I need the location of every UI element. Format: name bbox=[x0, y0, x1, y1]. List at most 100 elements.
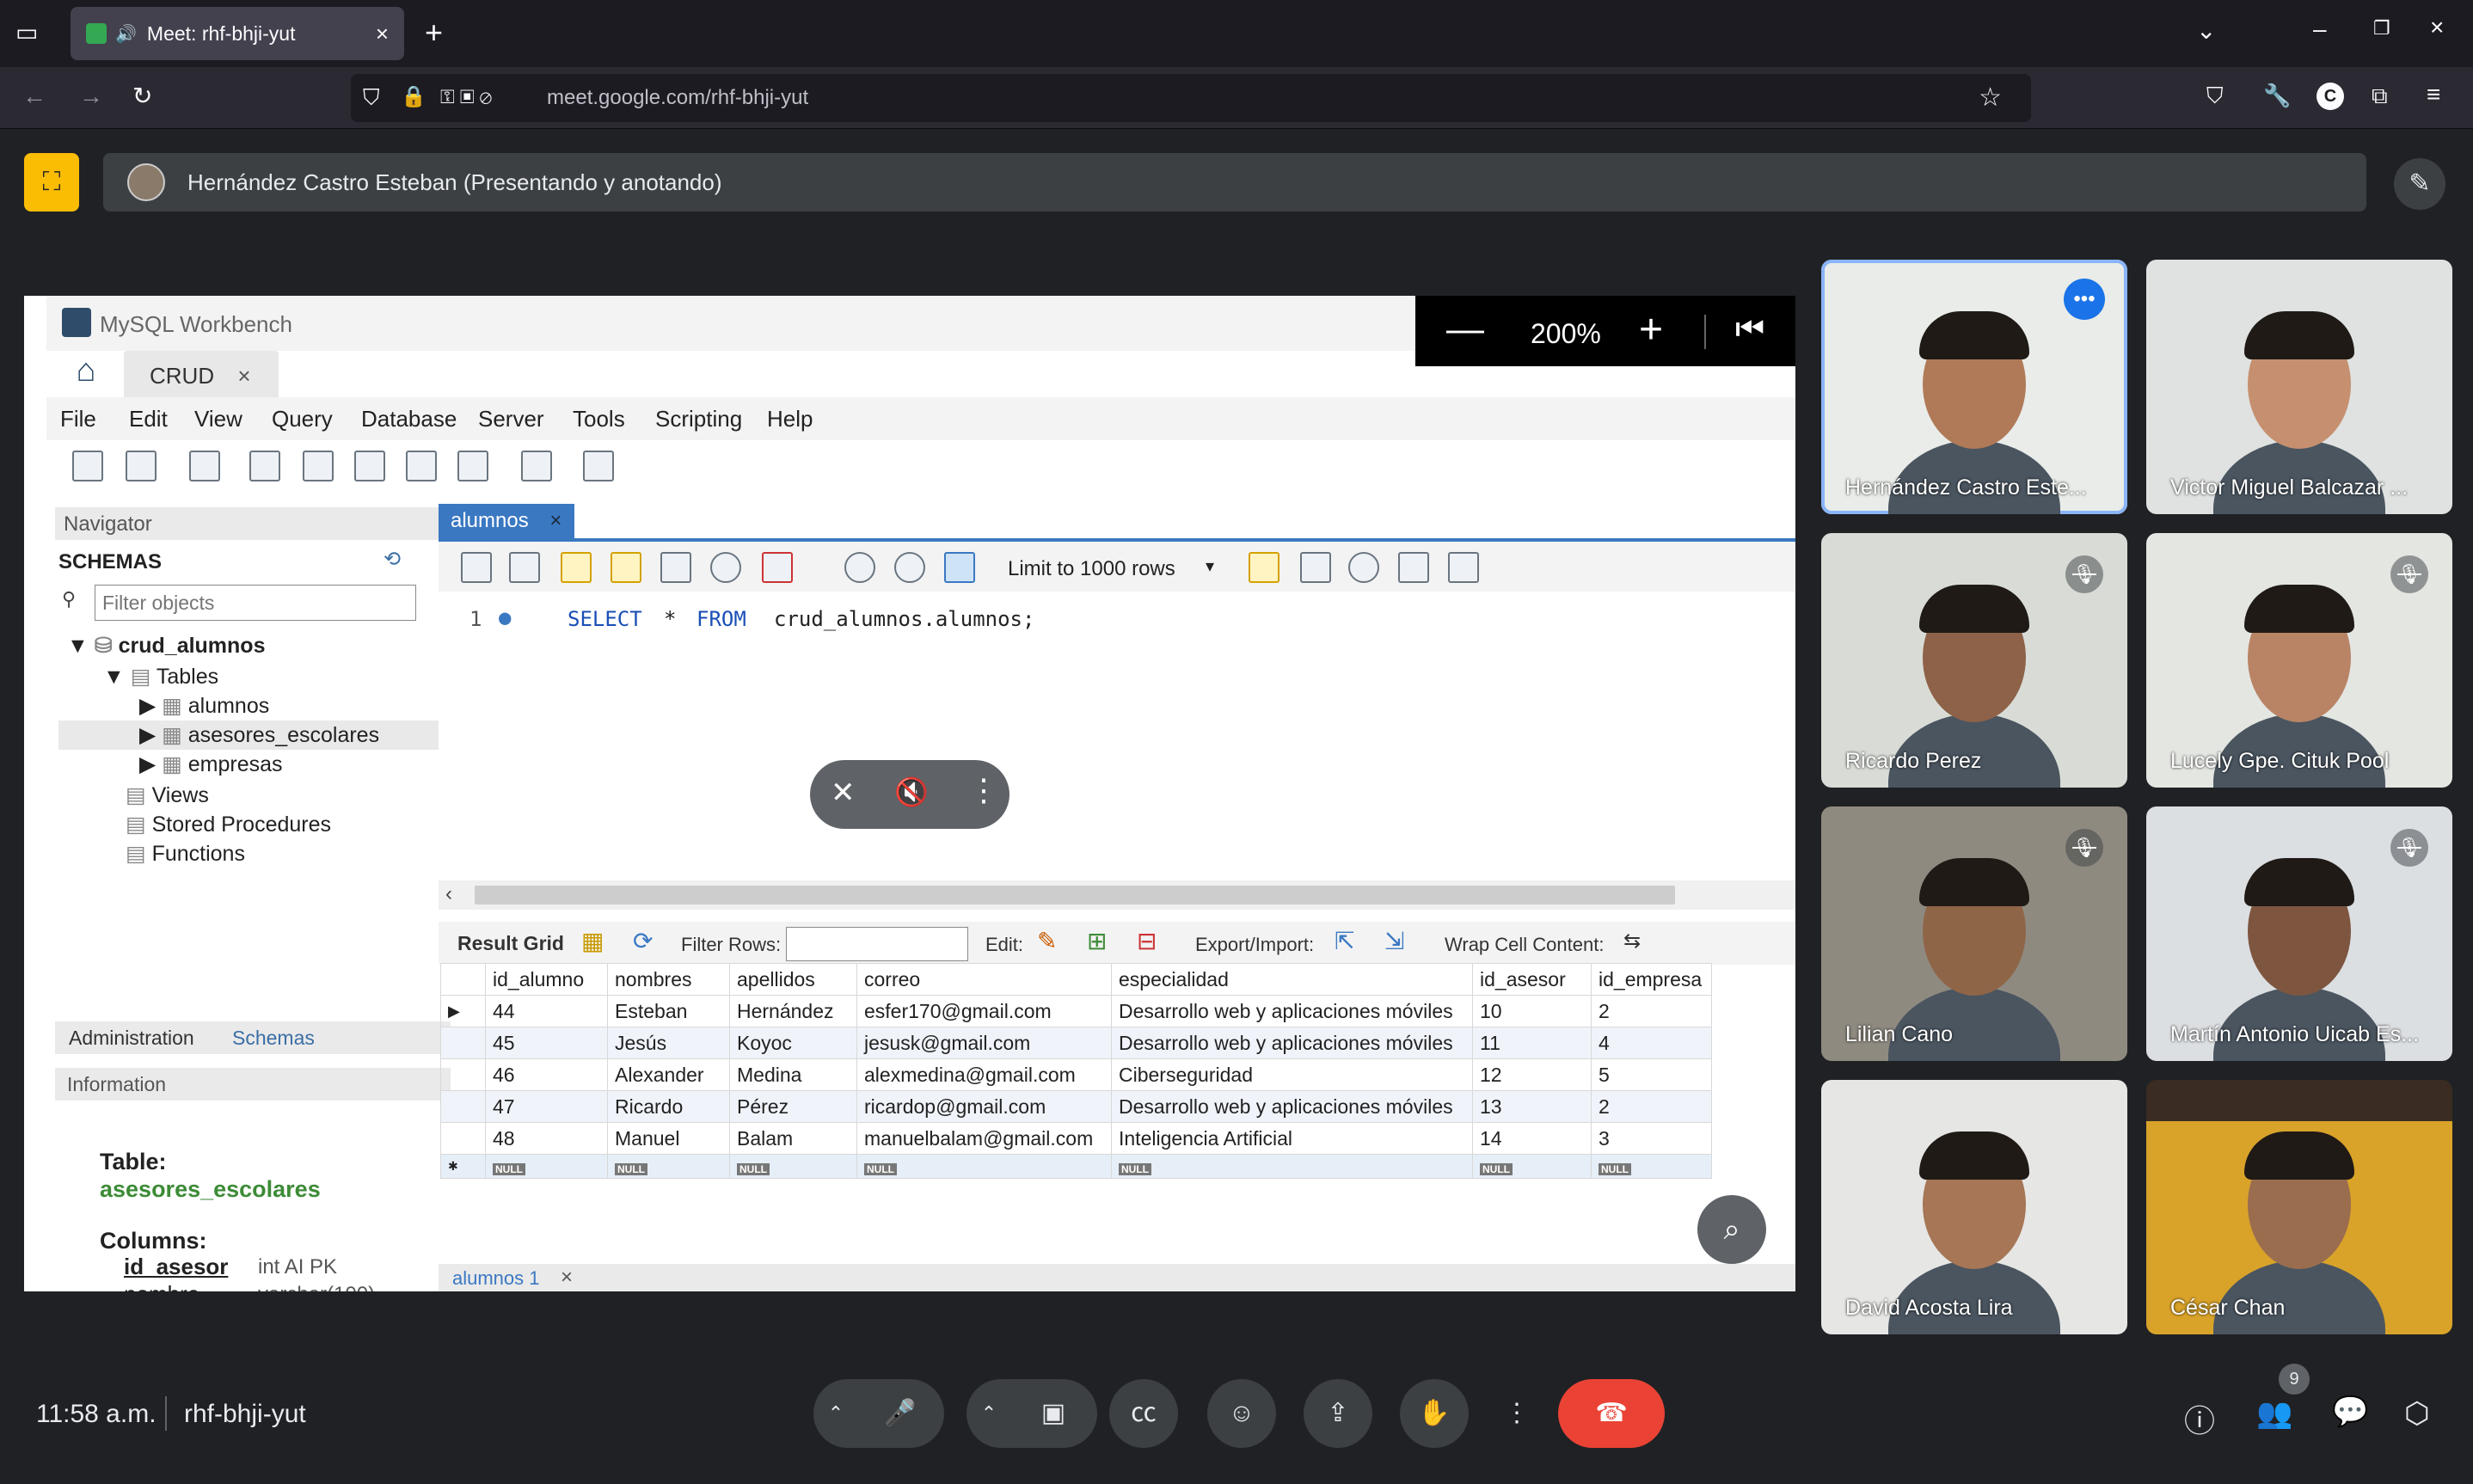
video-settings-chevron-icon[interactable]: ⌃ bbox=[966, 1379, 1011, 1448]
autocommit-icon[interactable] bbox=[944, 552, 975, 583]
app-menu-icon[interactable]: ≡ bbox=[2427, 83, 2440, 107]
delete-row-icon[interactable]: ⊟ bbox=[1137, 927, 1157, 955]
cell-correo[interactable]: esfer170@gmail.com bbox=[856, 995, 1112, 1027]
menu-query[interactable]: Query bbox=[272, 406, 333, 432]
tree-functions-folder[interactable]: ▤ Functions bbox=[126, 841, 245, 867]
reload-icon[interactable]: ↻ bbox=[132, 84, 152, 108]
col-header-apellidos[interactable]: apellidos bbox=[729, 963, 857, 996]
pin-off-icon[interactable]: ✕ bbox=[831, 776, 856, 810]
open-sql-script-icon[interactable] bbox=[126, 451, 156, 481]
participant-tile[interactable]: César Chan bbox=[2146, 1080, 2452, 1334]
filter-rows-input[interactable] bbox=[786, 927, 968, 961]
menu-help[interactable]: Help bbox=[767, 406, 813, 432]
menu-tools[interactable]: Tools bbox=[573, 406, 625, 432]
row-marker[interactable] bbox=[440, 1090, 486, 1123]
row-marker[interactable] bbox=[440, 1058, 486, 1091]
cell-nombres[interactable]: Esteban bbox=[607, 995, 730, 1027]
tree-tables-folder[interactable]: ▼ ▤ Tables bbox=[103, 664, 218, 690]
more-options-button[interactable]: ⋮ bbox=[1484, 1379, 1549, 1448]
col-header-nombres[interactable]: nombres bbox=[607, 963, 730, 996]
inspector-icon[interactable] bbox=[189, 451, 220, 481]
create-schema-icon[interactable] bbox=[249, 451, 280, 481]
participant-tile[interactable]: 🎙 Ricardo Perez bbox=[1821, 533, 2127, 788]
close-result-tab-icon[interactable]: × bbox=[561, 1266, 573, 1290]
menu-edit[interactable]: Edit bbox=[129, 406, 168, 432]
tree-schema-crud-alumnos[interactable]: ▼ ⛁ crud_alumnos bbox=[67, 633, 265, 659]
find-icon[interactable] bbox=[1348, 552, 1379, 583]
create-procedure-icon[interactable] bbox=[406, 451, 437, 481]
minimize-icon[interactable]: – bbox=[2313, 17, 2327, 41]
new-sql-tab-icon[interactable] bbox=[72, 451, 103, 481]
raise-hand-button[interactable]: ✋ bbox=[1400, 1379, 1469, 1448]
null-cell[interactable]: NULL bbox=[485, 1154, 608, 1179]
result-grid-label[interactable]: Result Grid bbox=[457, 932, 564, 955]
execute-current-icon[interactable] bbox=[611, 552, 641, 583]
create-table-icon[interactable] bbox=[303, 451, 334, 481]
emoji-button[interactable]: ☺ bbox=[1207, 1379, 1276, 1448]
extensions-icon[interactable]: ⧉ bbox=[2372, 84, 2388, 107]
zoom-in-icon[interactable]: + bbox=[1639, 306, 1663, 353]
add-row-icon[interactable]: ⊞ bbox=[1087, 927, 1107, 955]
cell-apellidos[interactable]: Balam bbox=[729, 1122, 857, 1155]
participant-tile[interactable]: Victor Miguel Balcazar ... bbox=[2146, 260, 2452, 514]
cell-id-empresa[interactable]: 2 bbox=[1591, 1090, 1712, 1123]
menu-view[interactable]: View bbox=[194, 406, 242, 432]
tab-schemas[interactable]: Schemas bbox=[232, 1027, 315, 1050]
create-view-icon[interactable] bbox=[354, 451, 385, 481]
audio-settings-chevron-icon[interactable]: ⌃ bbox=[813, 1379, 858, 1448]
table-row[interactable]: 46 Alexander Medina alexmedina@gmail.com Cib… bbox=[440, 1058, 1712, 1091]
people-icon[interactable]: 👥 bbox=[2256, 1396, 2292, 1431]
filter-objects-input[interactable] bbox=[95, 585, 416, 621]
cell-id-empresa[interactable]: 5 bbox=[1591, 1058, 1712, 1091]
null-cell[interactable]: NULL bbox=[729, 1154, 857, 1179]
limit-rows-select[interactable]: Limit to 1000 rows bbox=[1008, 557, 1175, 581]
import-icon[interactable]: ⇲ bbox=[1384, 927, 1404, 955]
table-row[interactable]: 47 Ricardo Pérez ricardop@gmail.com Desarrol… bbox=[440, 1090, 1712, 1123]
close-connection-icon[interactable]: × bbox=[237, 363, 250, 389]
permissions-icon[interactable]: ⚿ ▣ ⊘ bbox=[440, 86, 492, 108]
tab-overflow-icon[interactable]: ⌄ bbox=[2196, 19, 2216, 43]
col-header-id-empresa[interactable]: id_empresa bbox=[1591, 963, 1712, 996]
cell-id-empresa[interactable]: 2 bbox=[1591, 995, 1712, 1027]
col-header-id-asesor[interactable]: id_asesor bbox=[1472, 963, 1592, 996]
cell-id-alumno[interactable]: 45 bbox=[485, 1027, 608, 1059]
annotate-pen-icon[interactable]: ✎ bbox=[2394, 158, 2445, 210]
open-file-icon[interactable] bbox=[461, 552, 492, 583]
forward-icon[interactable]: → bbox=[79, 84, 103, 108]
table-row[interactable]: ▶ 44 Esteban Hernández esfer170@gmail.com Des… bbox=[440, 995, 1712, 1027]
scrollbar-thumb[interactable] bbox=[475, 886, 1675, 905]
refresh-schemas-icon[interactable]: ⟲ bbox=[384, 547, 401, 572]
cell-id-alumno[interactable]: 46 bbox=[485, 1058, 608, 1091]
rollback-icon[interactable] bbox=[894, 552, 925, 583]
presenting-badge[interactable]: ⛶ bbox=[24, 153, 79, 212]
meeting-info-icon[interactable]: ⓘ bbox=[2184, 1396, 2215, 1441]
explain-icon[interactable] bbox=[660, 552, 691, 583]
cell-id-alumno[interactable]: 48 bbox=[485, 1122, 608, 1155]
menu-database[interactable]: Database bbox=[361, 406, 457, 432]
search-table-data-icon[interactable] bbox=[521, 451, 552, 481]
col-header-especialidad[interactable]: especialidad bbox=[1111, 963, 1473, 996]
cell-especialidad[interactable]: Inteligencia Artificial bbox=[1111, 1122, 1473, 1155]
zoom-out-icon[interactable]: — bbox=[1446, 308, 1484, 351]
cell-apellidos[interactable]: Pérez bbox=[729, 1090, 857, 1123]
col-header-correo[interactable]: correo bbox=[856, 963, 1112, 996]
menu-server[interactable]: Server bbox=[478, 406, 544, 432]
speaker-icon[interactable]: 🔊 bbox=[115, 23, 137, 45]
cell-id-alumno[interactable]: 44 bbox=[485, 995, 608, 1027]
invisible-chars-icon[interactable] bbox=[1398, 552, 1429, 583]
menu-file[interactable]: File bbox=[60, 406, 96, 432]
back-icon[interactable]: ← bbox=[22, 84, 46, 108]
row-marker[interactable] bbox=[440, 1027, 486, 1059]
result-grid[interactable]: id_alumno nombres apellidos correo espec… bbox=[440, 963, 1712, 1179]
cell-id-alumno[interactable]: 47 bbox=[485, 1090, 608, 1123]
cell-especialidad[interactable]: Desarrollo web y aplicaciones móviles bbox=[1111, 1090, 1473, 1123]
export-icon[interactable]: ⇱ bbox=[1335, 927, 1354, 955]
connection-tab[interactable]: CRUD × bbox=[124, 351, 279, 397]
close-tab-icon[interactable]: × bbox=[376, 21, 389, 47]
volume-off-icon[interactable]: 🔇 bbox=[894, 776, 929, 808]
cell-correo[interactable]: alexmedina@gmail.com bbox=[856, 1058, 1112, 1091]
scroll-left-icon[interactable]: ‹ bbox=[445, 882, 452, 906]
cell-especialidad[interactable]: Desarrollo web y aplicaciones móviles bbox=[1111, 995, 1473, 1027]
cell-nombres[interactable]: Jesús bbox=[607, 1027, 730, 1059]
home-icon[interactable]: ⌂ bbox=[62, 353, 110, 401]
